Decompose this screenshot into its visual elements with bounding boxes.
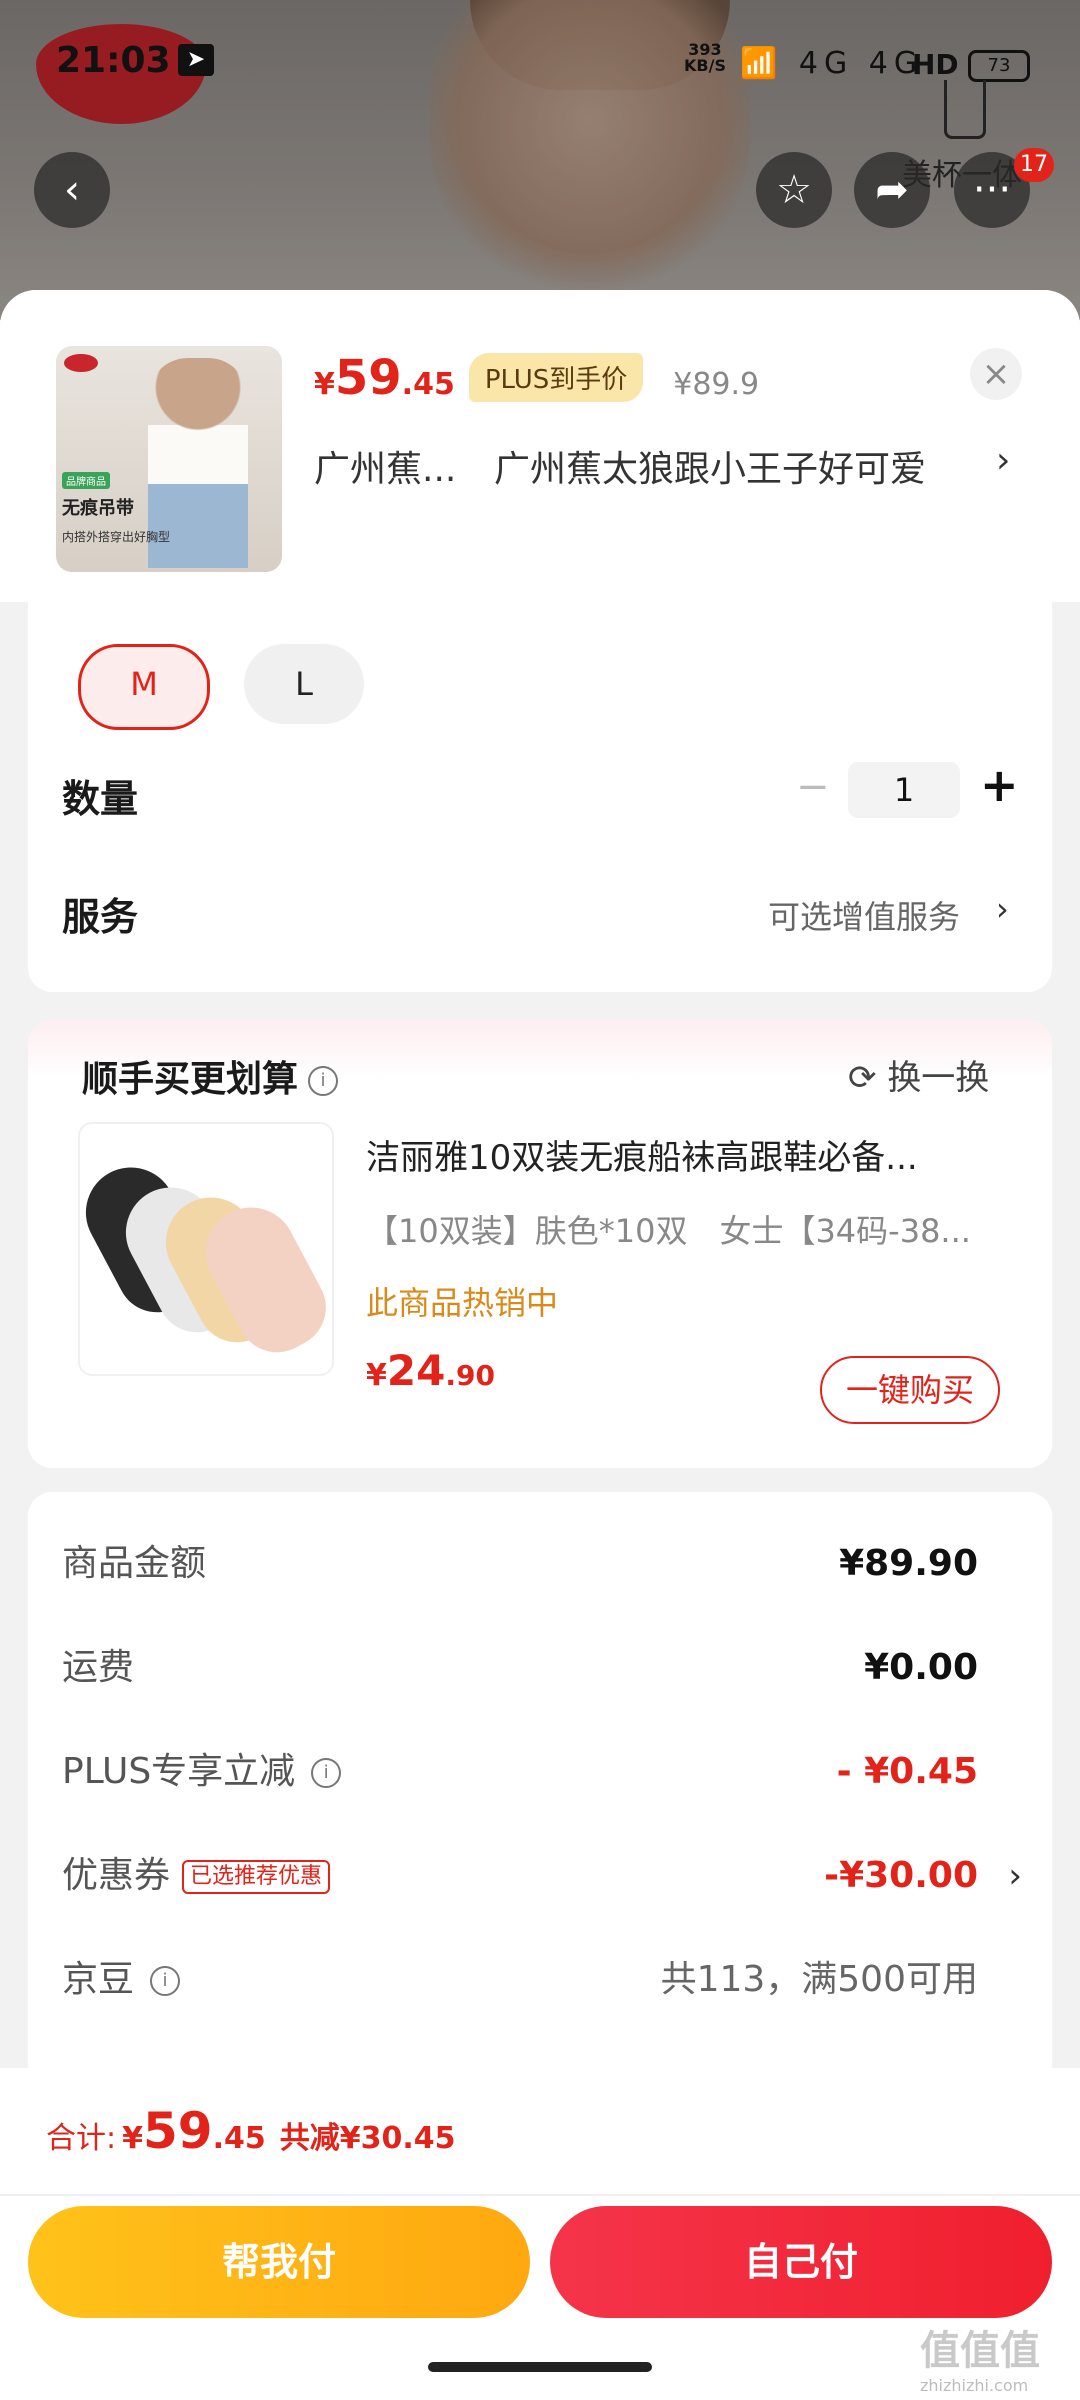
- quantity-label: 数量: [62, 777, 139, 821]
- recommend-price-integer: 24: [386, 1346, 446, 1395]
- thumbnail-tag: 品牌商品: [62, 472, 110, 489]
- brand-logo-icon: [64, 354, 98, 372]
- product-summary: 品牌商品 无痕吊带 内搭外搭穿出好胸型 ¥ 59 .45 PLUS到手价 ¥89…: [0, 290, 1080, 602]
- quantity-minus-button[interactable]: −: [796, 764, 830, 810]
- coupon-row[interactable]: 优惠券 已选推荐优惠 -¥30.00 ›: [28, 1836, 1052, 1916]
- recommend-hot-label: 此商品热销中: [366, 1284, 559, 1322]
- favorite-button[interactable]: ☆: [756, 152, 832, 228]
- total-label: 合计:: [46, 2121, 117, 2156]
- plus-discount-value: - ¥0.45: [836, 1751, 978, 1792]
- total-currency: ¥: [122, 2121, 143, 2156]
- more-icon: ···: [972, 167, 1012, 213]
- info-icon[interactable]: i: [311, 1758, 342, 1788]
- coupon-text: 优惠券: [62, 1855, 171, 1896]
- watermark-url: zhizhizhi.com: [920, 2376, 1029, 2395]
- price-integer: 59: [334, 350, 402, 406]
- plus-price-tag: PLUS到手价: [468, 353, 644, 402]
- share-button[interactable]: ➦: [854, 152, 930, 228]
- recommend-item-name[interactable]: 洁丽雅10双装无痕船袜高跟鞋必备...: [366, 1130, 1006, 1179]
- back-button[interactable]: ‹: [34, 152, 110, 228]
- divider: [0, 2194, 1080, 2196]
- size-option-l[interactable]: L: [244, 644, 364, 724]
- chevron-right-icon[interactable]: ›: [996, 890, 1009, 928]
- quantity-plus-button[interactable]: +: [980, 758, 1019, 812]
- recommend-price-decimal: .90: [445, 1359, 495, 1392]
- total-amount: 合计: ¥ 59 .45 共减¥30.45: [46, 2102, 456, 2160]
- service-selector[interactable]: 可选增值服务: [768, 892, 960, 938]
- plus-discount-row: PLUS专享立减 i - ¥0.45: [28, 1732, 1052, 1812]
- total-decimal: .45: [212, 2121, 266, 2156]
- chevron-right-icon[interactable]: ›: [996, 440, 1010, 481]
- recommend-price: ¥ 24 .90: [366, 1346, 495, 1395]
- original-price: ¥89.9: [673, 367, 760, 402]
- message-badge: 17: [1014, 148, 1054, 182]
- delivery-address[interactable]: 广州蕉... 广州蕉太狼跟小王子好可爱: [314, 440, 1034, 492]
- share-icon: ➦: [875, 167, 909, 213]
- watermark-logo: 值值值: [920, 2328, 1040, 2374]
- jd-beans-row: 京豆 i 共113，满500可用: [28, 1940, 1052, 2020]
- battery-icon: 73: [968, 50, 1030, 82]
- swap-button[interactable]: ⟳ 换一换: [848, 1050, 989, 1099]
- price-row: ¥ 59 .45 PLUS到手价 ¥89.9: [314, 350, 759, 410]
- recommend-title: 顺手买更划算 i: [82, 1050, 339, 1102]
- swap-label: 换一换: [887, 1058, 990, 1098]
- help-me-pay-button[interactable]: 帮我付: [28, 2206, 530, 2318]
- recommend-title-text: 顺手买更划算: [82, 1059, 299, 1100]
- quantity-input[interactable]: 1: [848, 762, 960, 818]
- telegram-icon: ➤: [178, 44, 214, 76]
- hd-indicator: HD: [912, 48, 959, 81]
- recommend-item-spec[interactable]: 【10双装】肤色*10双 女士【34码-38...: [366, 1206, 1006, 1252]
- recommend-item-image[interactable]: [78, 1122, 334, 1376]
- coupon-tag: 已选推荐优惠: [182, 1860, 331, 1894]
- total-integer: 59: [142, 2102, 213, 2160]
- thumbnail-subtitle: 内搭外搭穿出好胸型: [62, 530, 171, 544]
- size-option-m[interactable]: M: [78, 644, 210, 730]
- service-label: 服务: [62, 895, 139, 939]
- recommend-card: 顺手买更划算 i ⟳ 换一换 洁丽雅10双装无痕船袜高跟鞋必备... 【10双装】…: [28, 1020, 1052, 1468]
- close-button[interactable]: ×: [970, 348, 1022, 400]
- tank-top-icon: [944, 80, 986, 139]
- close-icon: ×: [981, 354, 1011, 394]
- refresh-icon: ⟳: [848, 1058, 877, 1098]
- home-indicator[interactable]: [428, 2362, 652, 2372]
- info-icon[interactable]: i: [150, 1966, 181, 1996]
- signal-icons: 📶 4G 4G: [740, 46, 924, 81]
- net-speed: 393 KB/S: [684, 42, 726, 74]
- jd-beans-value: 共113，满500可用: [660, 1959, 978, 2000]
- price-decimal: .45: [401, 367, 455, 402]
- recommend-price-currency: ¥: [366, 1358, 387, 1393]
- address-short: 广州蕉...: [314, 449, 457, 490]
- thumbnail-title: 无痕吊带: [62, 498, 134, 519]
- shipping-value: ¥0.00: [864, 1647, 978, 1688]
- goods-amount-row: 商品金额 ¥89.90: [28, 1524, 1052, 1604]
- product-thumbnail[interactable]: 品牌商品 无痕吊带 内搭外搭穿出好胸型: [56, 346, 282, 572]
- price-currency: ¥: [314, 367, 335, 402]
- info-icon[interactable]: i: [308, 1066, 339, 1096]
- chevron-right-icon[interactable]: ›: [1008, 1836, 1022, 1916]
- jd-beans-label: 京豆 i: [62, 1940, 181, 2020]
- status-bar: 21:03 ➤ 393 KB/S 📶 4G 4G HD 73: [0, 0, 1080, 120]
- shipping-row: 运费 ¥0.00: [28, 1628, 1052, 1708]
- bottom-action-bar: 合计: ¥ 59 .45 共减¥30.45 帮我付 自己付 值值值 zhizhi…: [0, 2068, 1080, 2400]
- total-discount: 共减¥30.45: [279, 2121, 456, 2156]
- coupon-label: 优惠券 已选推荐优惠: [62, 1836, 331, 1916]
- address-full: 广州蕉太狼跟小王子好可爱: [494, 449, 927, 490]
- options-card: M L 数量 − 1 + 服务 可选增值服务 ›: [28, 602, 1052, 992]
- one-click-buy-button[interactable]: 一键购买: [820, 1356, 1000, 1424]
- shipping-label: 运费: [62, 1647, 135, 1688]
- goods-amount-value: ¥89.90: [839, 1543, 978, 1584]
- net-speed-unit: KB/S: [684, 56, 726, 75]
- status-time: 21:03: [56, 40, 171, 81]
- chevron-left-icon: ‹: [64, 167, 80, 213]
- pay-myself-button[interactable]: 自己付: [550, 2206, 1052, 2318]
- plus-discount-label: PLUS专享立减 i: [62, 1732, 342, 1812]
- star-icon: ☆: [776, 167, 812, 213]
- goods-amount-label: 商品金额: [62, 1543, 207, 1584]
- plus-discount-text: PLUS专享立减: [62, 1751, 296, 1792]
- coupon-value: -¥30.00: [824, 1855, 978, 1896]
- jd-beans-text: 京豆: [62, 1959, 135, 2000]
